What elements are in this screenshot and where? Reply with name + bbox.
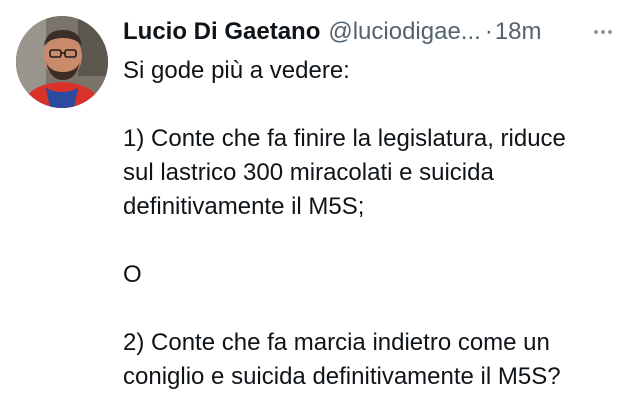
avatar-photo	[16, 16, 108, 108]
tweet-line: O	[123, 261, 142, 288]
tweet-line: Si gode più a vedere:	[123, 57, 350, 84]
tweet-line: definitivamente il M5S;	[123, 193, 365, 220]
tweet-header: Lucio Di Gaetano @luciodigae... · 18m	[123, 15, 614, 49]
tweet-text: Si gode più a vedere: 1) Conte che fa fi…	[123, 54, 620, 394]
avatar[interactable]	[16, 16, 108, 108]
more-dots-icon[interactable]	[594, 15, 612, 49]
author-display-name[interactable]: Lucio Di Gaetano	[123, 18, 320, 46]
tweet-line: 1) Conte che fa finire la legislatura, r…	[123, 125, 566, 152]
tweet-timestamp[interactable]: 18m	[495, 18, 542, 46]
separator-dot: ·	[484, 18, 493, 45]
tweet-line: coniglio e suicida definitivamente il M5…	[123, 363, 561, 390]
author-handle[interactable]: @luciodigae...	[328, 18, 480, 46]
more-dot	[594, 30, 598, 34]
more-dot	[601, 30, 605, 34]
tweet-line: sul lastrico 300 miracolati e suicida	[123, 159, 494, 186]
more-dot	[608, 30, 612, 34]
tweet: Lucio Di Gaetano @luciodigae... · 18m Si…	[0, 0, 630, 404]
tweet-line: 2) Conte che fa marcia indietro come un	[123, 329, 550, 356]
